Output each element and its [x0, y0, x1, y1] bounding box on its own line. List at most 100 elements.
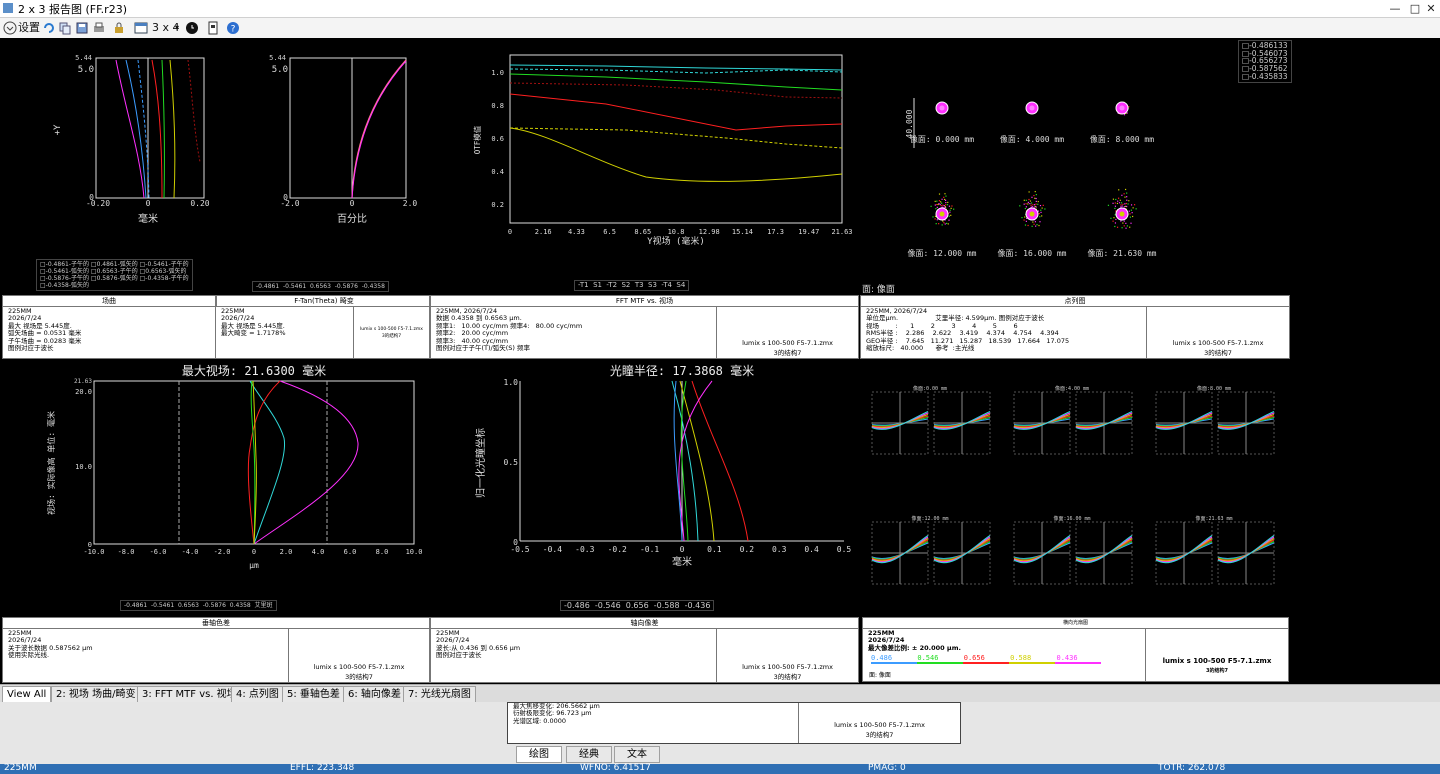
- settings-button[interactable]: 设置: [18, 20, 40, 36]
- p1-ylabel: +Y: [53, 124, 63, 135]
- mtf-ytick: 0.4: [491, 168, 504, 176]
- mtf-curve-cyan-1: [509, 64, 843, 71]
- export-icon[interactable]: [206, 21, 220, 35]
- lat-xtick: 4.0: [312, 548, 325, 556]
- print-icon[interactable]: [92, 21, 106, 35]
- mtf-file: lumix s 100-500 F5-7.1.zmx: [742, 339, 833, 347]
- p1-xtick-0: 0: [146, 199, 151, 208]
- ray-fan-label: 像面:0.00 mm: [913, 385, 947, 392]
- tab-classic[interactable]: 经典: [566, 746, 612, 763]
- distortion-header: F-Tan(Theta) 畸变: [216, 296, 429, 307]
- ray-fan-plot: 像面:0.00 mm 像面:4.00 mm 像面:8.00 mm 像面:12.00 m…: [871, 385, 1275, 585]
- tab-spot-diagram[interactable]: 4: 点列图: [231, 686, 284, 703]
- ray-wavelengths: 0.486 0.546 0.656 0.588 0.436: [871, 654, 1078, 662]
- mtf-info: FFT MTF vs. 视场 225MM, 2026/7/24 数据 0.435…: [430, 295, 859, 359]
- p1-curve-blue-dash: [137, 59, 150, 199]
- p1-curve-magenta: [115, 59, 145, 199]
- status-name: 225MM: [4, 763, 37, 773]
- mtf-xtick: 10.8: [668, 228, 685, 236]
- mtf-curve-yellow: [509, 127, 843, 182]
- distortion-plot: 5.44 5.0 0 -2.0 0 2.0 百分比: [269, 54, 417, 225]
- report-canvas: □-0.486133 □-0.546073 □-0.656273 □-0.587…: [0, 38, 1440, 684]
- status-bar: 225MM EFFL: 223.348 WFNO: 6.41517 PMAG: …: [0, 763, 1440, 774]
- lat-xtick: -8.0: [118, 548, 135, 556]
- axial-xtick: -0.2: [608, 545, 627, 554]
- spot-3: [1115, 101, 1130, 116]
- lat-text: 225MM 2026/7/24 关于波长数据 0.587562 μm 使用实际光…: [8, 629, 93, 660]
- fc-config: 3的结构7: [381, 334, 402, 339]
- tab-plot[interactable]: 绘图: [516, 746, 562, 763]
- chevron-down-icon[interactable]: [3, 21, 17, 35]
- axial-xtick: 0.2: [740, 545, 755, 554]
- lat-ylabel: 视场: 实际像高 单位: 毫米: [46, 411, 56, 515]
- mtf-curve-green: [509, 73, 843, 91]
- axial-ytick: 0.5: [504, 458, 519, 467]
- axial-xtick: 0.3: [772, 545, 787, 554]
- mtf-config: 3的结构7: [773, 349, 802, 357]
- tab-axial-aberration[interactable]: 6: 轴向像差: [343, 686, 406, 703]
- lateral-color-info: 垂轴色差 225MM 2026/7/24 关于波长数据 0.587562 μm …: [2, 617, 430, 683]
- p2-xtick-0: 0: [350, 199, 355, 208]
- app-icon: [3, 3, 13, 13]
- help-icon[interactable]: ?: [226, 21, 240, 35]
- p1-legend: □-0.4861-子午的 □0.4861-弧矢的 □-0.5461-子午的 □-…: [36, 259, 193, 291]
- p1-xtick-neg: -0.20: [86, 199, 110, 208]
- ray-wl-5: 0.436: [1056, 654, 1078, 662]
- lower-text-box: 最大焦移变化: 206.5662 μm 衍射极限变化: 96.723 μm 光谱…: [507, 702, 961, 744]
- svg-text:?: ?: [230, 25, 235, 35]
- toolbar: 设置 3 x 4 ▾ ?: [0, 18, 1440, 39]
- tab-fft-mtf[interactable]: 3: FFT MTF vs. 视场: [137, 686, 242, 703]
- tab-field-curvature[interactable]: 2: 视场 场曲/畸变: [51, 686, 141, 703]
- axial-aberration-plot: 光瞳半径: 17.3868 毫米 1.0 0.5 0 -0.5 -0.4 -0.3 -0.…: [474, 363, 852, 568]
- lat-xtick: -6.0: [150, 548, 167, 556]
- tab-view-all[interactable]: View All: [2, 686, 52, 703]
- axial-info: 轴向像差 225MM 2026/7/24 波长:从 0.436 到 0.656 …: [430, 617, 859, 683]
- axial-xtick: -0.4: [543, 545, 562, 554]
- lower-config: 3的结构7: [865, 731, 894, 739]
- p1-curve-yellow: [169, 59, 176, 199]
- mtf-xtick: 17.3: [767, 228, 784, 236]
- tab-ray-fan[interactable]: 7: 光线光扇图: [403, 686, 476, 703]
- ray-fan-5: 像面:16.00 mm: [1013, 515, 1133, 585]
- layout-dropdown-arrow[interactable]: ▾: [175, 20, 179, 36]
- mtf-xtick: 2.16: [535, 228, 552, 236]
- lat-xtick: 2.0: [280, 548, 293, 556]
- mtf-ytick: 1.0: [491, 69, 504, 77]
- ray-wl-4: 0.588: [1010, 654, 1032, 662]
- refresh-icon[interactable]: [42, 21, 56, 35]
- minimize-button[interactable]: —: [1384, 0, 1406, 17]
- save-icon[interactable]: [75, 21, 89, 35]
- mtf-ytick: 0.2: [491, 201, 504, 209]
- lat-xtick: 10.0: [406, 548, 423, 556]
- mtf-curve-red: [509, 93, 843, 131]
- p2-xlabel: 百分比: [337, 213, 367, 225]
- ray-config: 3的结构7: [1206, 668, 1228, 674]
- p1-xlabel: 毫米: [138, 212, 158, 225]
- mtf-curve-yellow-dash: [509, 127, 843, 149]
- axial-xtick: -0.1: [640, 545, 659, 554]
- axial-ytick: 1.0: [504, 378, 519, 387]
- lateral-color-plot: 最大视场: 21.6300 毫米 21.63 20.0 10.0 0 -10.0 -8…: [46, 363, 423, 570]
- ray-surface: 面: 像面: [869, 672, 891, 679]
- spot-label: 像面: 8.000 mm: [1090, 134, 1154, 144]
- lat-file: lumix s 100-500 F5-7.1.zmx: [313, 663, 405, 671]
- mtf-xtick: 8.65: [634, 228, 651, 236]
- mtf-ytick: 0.8: [491, 102, 504, 110]
- axial-xtick: 0.5: [837, 545, 852, 554]
- clock-icon[interactable]: [185, 21, 199, 35]
- copy-icon[interactable]: [58, 21, 72, 35]
- p1-curve-blue: [125, 59, 147, 199]
- lock-icon[interactable]: [112, 21, 126, 35]
- close-button[interactable]: ✕: [1420, 0, 1440, 17]
- tab-lateral-color[interactable]: 5: 垂轴色差: [282, 686, 345, 703]
- window-layout-icon[interactable]: [134, 21, 148, 35]
- lat-curve-magenta: [253, 380, 359, 545]
- status-pmag: PMAG: 0: [868, 763, 906, 773]
- ray-fan-label: 像面:12.00 mm: [911, 515, 948, 522]
- ray-fan-label: 像面:8.00 mm: [1197, 385, 1231, 392]
- axial-config: 3的结构7: [773, 673, 802, 681]
- ray-fan-6: 像面:21.63 mm: [1155, 515, 1275, 585]
- mtf-header: FFT MTF vs. 视场: [431, 296, 858, 307]
- axial-legend: -0.486 -0.546 0.656 -0.588 -0.436: [560, 600, 715, 611]
- tab-text[interactable]: 文本: [614, 746, 660, 763]
